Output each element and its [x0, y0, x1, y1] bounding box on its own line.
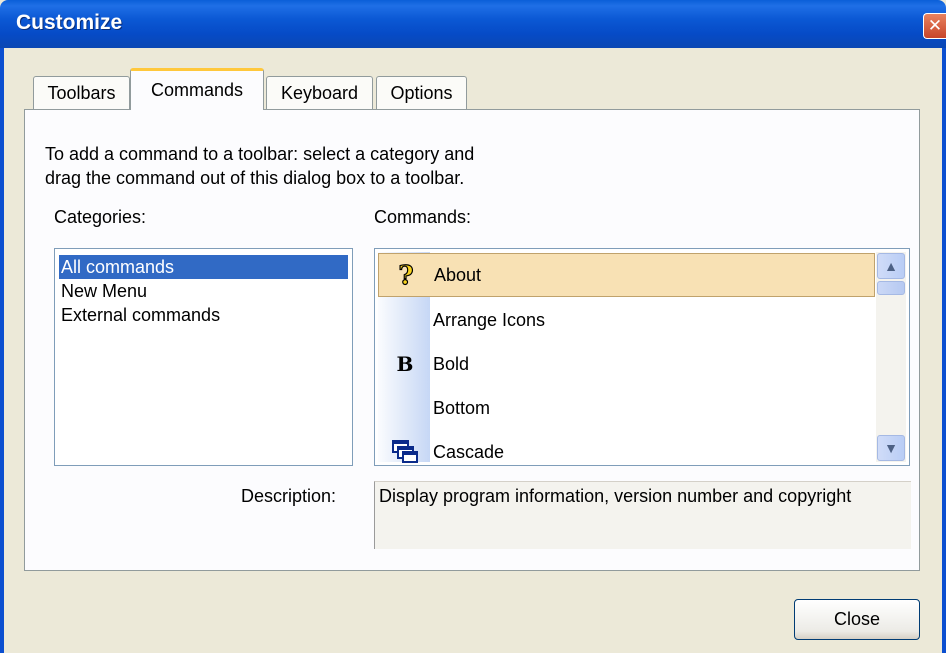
categories-list[interactable]: All commands New Menu External commands: [54, 248, 353, 466]
command-item-bold[interactable]: B Bold: [378, 342, 875, 386]
description-label: Description:: [241, 486, 337, 506]
command-label-cascade: Cascade: [433, 442, 505, 462]
cascade-windows-icon: [390, 430, 420, 465]
instructions-text: To add a command to a toolbar: select a …: [45, 142, 474, 190]
category-item-new-menu[interactable]: New Menu: [59, 279, 147, 303]
command-label-bottom: Bottom: [433, 398, 491, 418]
close-button[interactable]: Close: [794, 599, 920, 640]
commands-scrollbar[interactable]: ▲ ▼: [876, 252, 906, 462]
tab-options[interactable]: Options: [376, 76, 467, 109]
tab-keyboard[interactable]: Keyboard: [266, 76, 373, 109]
commands-list[interactable]: ? About Arrange Icons B Bold Bottom Casc…: [374, 248, 910, 466]
categories-label: Categories:: [54, 207, 147, 227]
bold-icon: B: [396, 352, 414, 376]
title-bar[interactable]: Customize ✕: [0, 0, 946, 48]
tab-commands[interactable]: Commands: [130, 68, 264, 110]
command-item-about[interactable]: ? About: [378, 253, 875, 297]
category-item-external-commands[interactable]: External commands: [59, 303, 220, 327]
window-frame-left: [0, 48, 4, 653]
command-item-bottom[interactable]: Bottom: [378, 386, 875, 430]
instructions-line-2: drag the command out of this dialog box …: [45, 168, 465, 188]
window-title: Customize: [16, 11, 123, 34]
commands-label: Commands:: [374, 207, 472, 227]
window-frame-right: [942, 48, 946, 653]
scrollbar-thumb[interactable]: [877, 281, 905, 295]
scroll-up-icon[interactable]: ▲: [877, 253, 905, 279]
description-box: Display program information, version num…: [374, 481, 911, 549]
window-close-icon[interactable]: ✕: [923, 13, 946, 39]
command-label-arrange-icons: Arrange Icons: [433, 310, 546, 330]
command-label-bold: Bold: [433, 354, 470, 374]
command-item-arrange-icons[interactable]: Arrange Icons: [378, 298, 875, 342]
tab-toolbars[interactable]: Toolbars: [33, 76, 130, 109]
scroll-down-icon[interactable]: ▼: [877, 435, 905, 461]
svg-text:?: ?: [398, 261, 413, 291]
command-item-cascade[interactable]: Cascade: [378, 430, 875, 465]
instructions-line-1: To add a command to a toolbar: select a …: [45, 144, 475, 164]
command-label-about: About: [434, 265, 482, 285]
category-item-all-commands[interactable]: All commands: [59, 255, 348, 279]
